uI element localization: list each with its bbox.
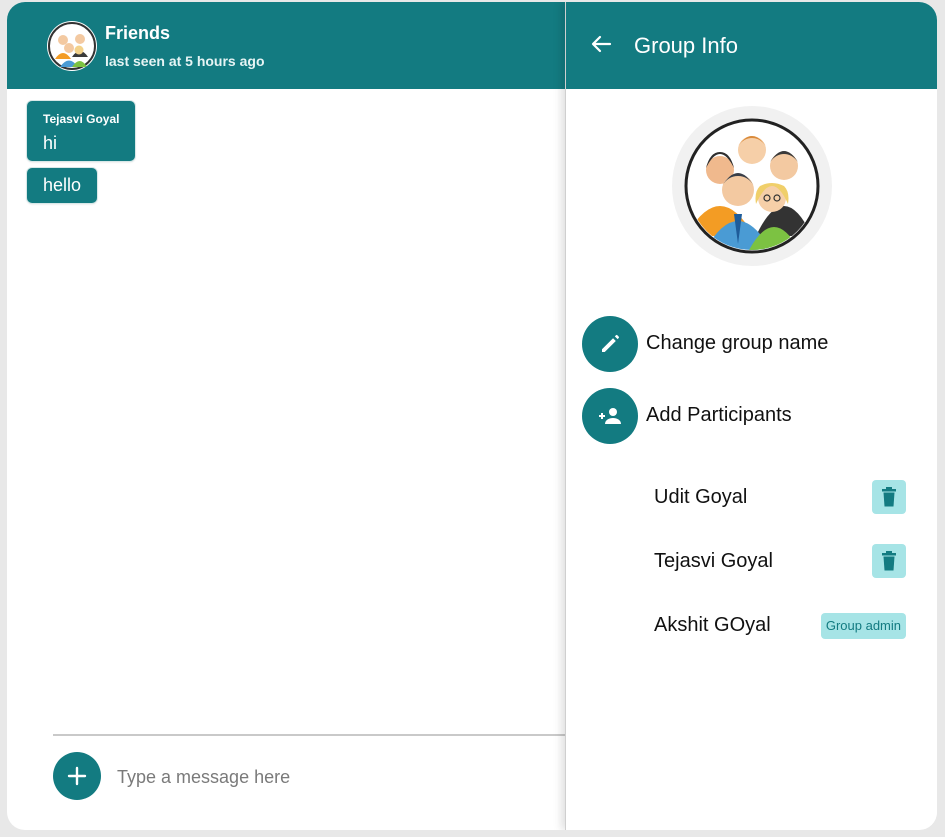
message-bubble[interactable]: Tejasvi Goyal hi xyxy=(27,101,135,161)
back-arrow-icon[interactable] xyxy=(590,33,612,55)
group-people-icon xyxy=(48,22,96,70)
add-participants-button[interactable] xyxy=(582,388,638,444)
remove-member-button[interactable] xyxy=(872,544,906,578)
change-group-name-action[interactable]: Change group name xyxy=(582,316,922,372)
add-person-icon xyxy=(599,408,621,424)
group-admin-badge: Group admin xyxy=(820,613,906,639)
group-avatar-small[interactable] xyxy=(47,21,97,71)
message-sender: Tejasvi Goyal xyxy=(43,112,120,126)
composer-divider xyxy=(53,734,565,736)
member-name: Tejasvi Goyal xyxy=(654,550,773,572)
chat-header[interactable]: Friends last seen at 5 hours ago xyxy=(7,2,565,89)
message-text: hi xyxy=(43,133,58,153)
attach-button[interactable] xyxy=(53,752,101,800)
change-group-name-label: Change group name xyxy=(646,332,829,354)
add-participants-label: Add Participants xyxy=(646,404,792,426)
pencil-icon xyxy=(602,334,619,352)
group-info-title: Group Info xyxy=(634,33,738,58)
group-info-panel: Group Info Change group name Add Partici… xyxy=(565,2,937,830)
member-name: Akshit GOyal xyxy=(654,614,771,636)
message-text: hello xyxy=(43,175,82,195)
group-info-header: Group Info xyxy=(566,2,937,89)
group-people-icon xyxy=(684,118,820,254)
chat-title: Friends xyxy=(105,23,171,43)
message-bubble[interactable]: hello xyxy=(27,168,97,203)
group-avatar[interactable] xyxy=(672,106,832,266)
member-name: Udit Goyal xyxy=(654,486,748,508)
member-row: Tejasvi Goyal xyxy=(654,544,906,578)
message-input[interactable] xyxy=(117,762,547,792)
trash-icon xyxy=(882,551,896,571)
app-window: Friends last seen at 5 hours ago Tejasvi… xyxy=(7,2,937,830)
change-name-button[interactable] xyxy=(582,316,638,372)
member-row: Akshit GOyal Group admin xyxy=(654,608,906,642)
add-participants-action[interactable]: Add Participants xyxy=(582,388,922,444)
last-seen-status: last seen at 5 hours ago xyxy=(105,53,265,69)
plus-icon xyxy=(67,766,87,786)
trash-icon xyxy=(882,487,896,507)
remove-member-button[interactable] xyxy=(872,480,906,514)
member-row: Udit Goyal xyxy=(654,480,906,514)
